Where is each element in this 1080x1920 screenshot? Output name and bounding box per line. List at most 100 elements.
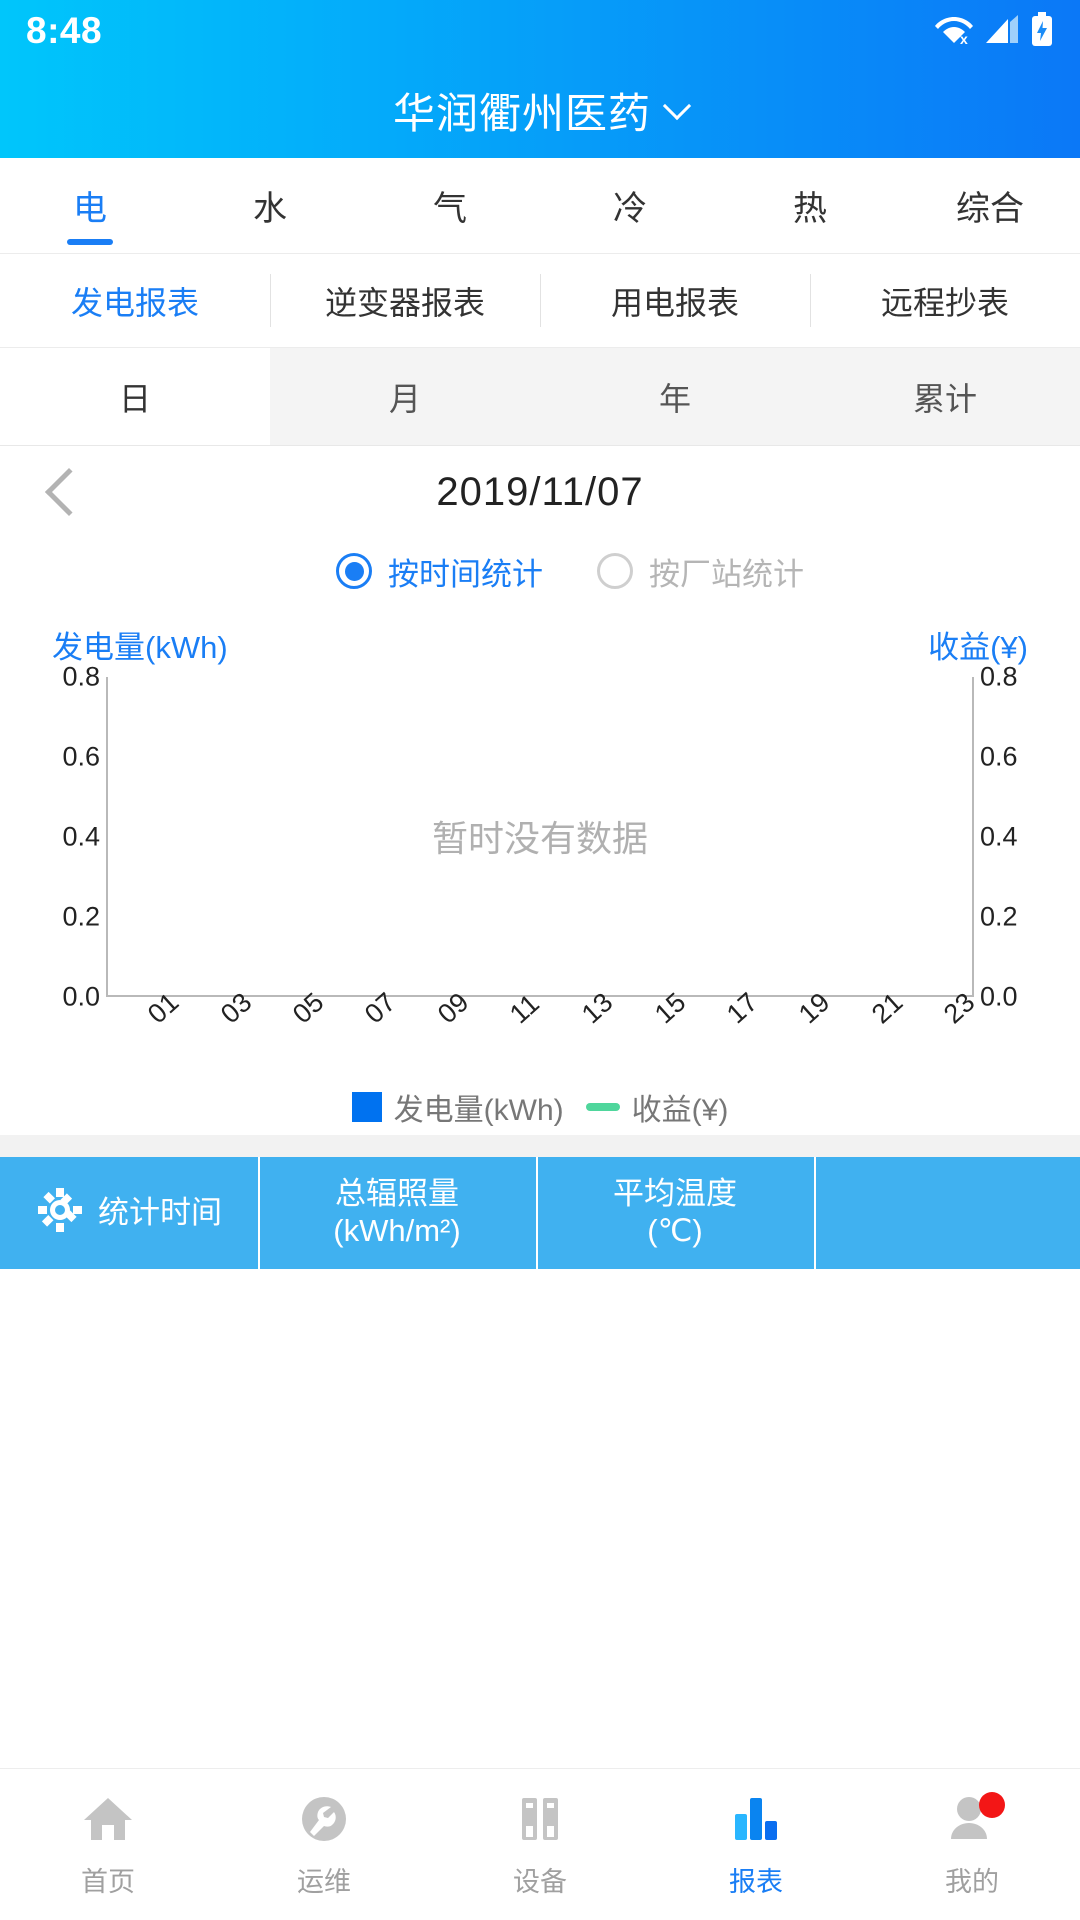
legend-swatch-bar-icon bbox=[351, 1092, 382, 1122]
legend-label: 收益(¥) bbox=[631, 1094, 729, 1127]
nav-item-devices[interactable]: 设备 bbox=[432, 1769, 648, 1920]
page-title: 华润衢州医药 bbox=[392, 89, 651, 137]
tab-generation-report[interactable]: 发电报表 bbox=[0, 254, 270, 347]
nav-item-home[interactable]: 首页 bbox=[0, 1769, 216, 1920]
radio-icon bbox=[597, 553, 633, 589]
period-month[interactable]: 月 bbox=[270, 348, 540, 445]
stats-header-strip: 统计时间 总辐照量 (kWh/m²) 平均温度 (℃) bbox=[0, 1157, 1080, 1269]
secondary-tab-bar: 发电报表 逆变器报表 用电报表 远程抄表 bbox=[0, 254, 1080, 348]
stat-label: 统计时间 bbox=[98, 1194, 222, 1230]
radio-label: 按时间统计 bbox=[388, 556, 543, 592]
period-total[interactable]: 累计 bbox=[810, 348, 1080, 445]
right-y-axis-ticks: 0.0 0.2 0.4 0.6 0.8 bbox=[974, 662, 1028, 1012]
tab-label: 电 bbox=[73, 190, 107, 228]
tab-consumption-report[interactable]: 用电报表 bbox=[540, 254, 810, 347]
nav-label: 我的 bbox=[945, 1867, 999, 1897]
stat-cell-time[interactable]: 统计时间 bbox=[0, 1157, 258, 1269]
y-tick: 0.0 bbox=[62, 981, 100, 1012]
content-blank-area bbox=[0, 1269, 1080, 1768]
tab-comprehensive[interactable]: 综合 bbox=[900, 158, 1080, 253]
stat-cell-overflow[interactable] bbox=[814, 1157, 1080, 1269]
y-tick: 0.2 bbox=[980, 901, 1018, 932]
person-icon bbox=[943, 1790, 1005, 1848]
tab-electricity[interactable]: 电 bbox=[0, 158, 180, 253]
battery-charging-icon bbox=[1030, 11, 1054, 51]
radio-label: 按厂站统计 bbox=[649, 556, 804, 592]
nav-label: 报表 bbox=[729, 1867, 783, 1897]
tab-water[interactable]: 水 bbox=[180, 158, 360, 253]
radio-by-time[interactable]: 按时间统计 bbox=[336, 549, 543, 594]
y-tick: 0.6 bbox=[980, 741, 1018, 772]
y-tick: 0.6 bbox=[62, 741, 100, 772]
y-tick: 0.2 bbox=[62, 901, 100, 932]
stat-unit: (kWh/m²) bbox=[333, 1213, 461, 1248]
left-axis-title: 发电量(kWh) bbox=[52, 630, 228, 665]
stat-label: 总辐照量 bbox=[335, 1176, 459, 1212]
nav-item-profile[interactable]: 我的 bbox=[864, 1769, 1080, 1920]
tab-label: 综合 bbox=[956, 190, 1024, 228]
legend-item-generation: 发电量(kWh) bbox=[351, 1085, 564, 1129]
generation-chart: 发电量(kWh) 收益(¥) 0.0 0.2 0.4 0.6 0.8 暂时没有数据 0.… bbox=[0, 604, 1080, 1135]
primary-tab-bar: 电 水 气 冷 热 综合 bbox=[0, 158, 1080, 254]
tab-gas[interactable]: 气 bbox=[360, 158, 540, 253]
stat-label: 平均温度 bbox=[613, 1176, 737, 1212]
tab-inverter-report[interactable]: 逆变器报表 bbox=[270, 254, 540, 347]
tab-cooling[interactable]: 冷 bbox=[540, 158, 720, 253]
stat-mode-radio-group: 按时间统计 按厂站统计 bbox=[0, 538, 1080, 604]
legend-item-revenue: 收益(¥) bbox=[585, 1085, 729, 1129]
date-navigator: 2019/11/07 bbox=[0, 446, 1080, 538]
bottom-navigation-bar: 首页 运维 设备 报表 我的 bbox=[0, 1768, 1080, 1920]
chart-axis-titles: 发电量(kWh) 收益(¥) bbox=[0, 622, 1080, 677]
stat-cell-temperature[interactable]: 平均温度 (℃) bbox=[536, 1157, 814, 1269]
wrench-icon bbox=[295, 1790, 353, 1848]
y-tick: 0.4 bbox=[62, 821, 100, 852]
radio-by-station[interactable]: 按厂站统计 bbox=[597, 549, 804, 594]
legend-swatch-line-icon bbox=[585, 1103, 620, 1111]
home-icon bbox=[79, 1790, 137, 1848]
devices-icon bbox=[511, 1790, 569, 1848]
chart-plot-area: 暂时没有数据 bbox=[106, 677, 974, 997]
signal-icon bbox=[984, 13, 1020, 50]
tab-remote-meter-reading[interactable]: 远程抄表 bbox=[810, 254, 1080, 347]
empty-state-message: 暂时没有数据 bbox=[431, 818, 649, 859]
gear-icon bbox=[36, 1186, 84, 1240]
nav-item-maintenance[interactable]: 运维 bbox=[216, 1769, 432, 1920]
stat-cell-irradiance[interactable]: 总辐照量 (kWh/m²) bbox=[258, 1157, 536, 1269]
y-tick: 0.4 bbox=[980, 821, 1018, 852]
radio-icon bbox=[336, 553, 372, 589]
stat-unit: (℃) bbox=[647, 1213, 703, 1248]
notification-badge bbox=[979, 1792, 1005, 1818]
date-label[interactable]: 2019/11/07 bbox=[0, 470, 1080, 515]
tab-label: 水 bbox=[253, 190, 287, 228]
bar-chart-icon bbox=[727, 1790, 785, 1848]
period-year[interactable]: 年 bbox=[540, 348, 810, 445]
y-tick: 0.8 bbox=[980, 661, 1018, 692]
chevron-down-icon[interactable] bbox=[662, 91, 692, 121]
right-axis-title: 收益(¥) bbox=[928, 630, 1028, 665]
chart-legend: 发电量(kWh) 收益(¥) bbox=[0, 1079, 1080, 1135]
period-day[interactable]: 日 bbox=[0, 348, 270, 445]
stats-strip-gap bbox=[0, 1135, 1080, 1157]
svg-text:x: x bbox=[960, 31, 968, 45]
nav-label: 设备 bbox=[513, 1867, 567, 1897]
x-axis-ticks: 01 03 05 07 09 11 13 15 17 19 21 23 bbox=[106, 987, 980, 1079]
status-bar: 8:48 x bbox=[0, 0, 1080, 62]
status-bar-time: 8:48 bbox=[26, 10, 103, 51]
app-title-bar[interactable]: 华润衢州医药 bbox=[0, 62, 1080, 158]
wifi-off-icon: x bbox=[934, 13, 974, 50]
tab-label: 热 bbox=[793, 190, 827, 228]
y-tick: 0.8 bbox=[62, 661, 100, 692]
chart-plot-wrapper: 0.0 0.2 0.4 0.6 0.8 暂时没有数据 0.0 0.2 0.4 0.6 0.8 bbox=[52, 662, 1028, 1012]
nav-label: 运维 bbox=[297, 1867, 351, 1897]
legend-label: 发电量(kWh) bbox=[393, 1094, 564, 1127]
tab-label: 气 bbox=[433, 190, 467, 228]
active-tab-indicator bbox=[67, 239, 113, 245]
period-tab-bar: 日 月 年 累计 bbox=[0, 348, 1080, 446]
left-y-axis-ticks: 0.0 0.2 0.4 0.6 0.8 bbox=[52, 662, 106, 1012]
tab-label: 冷 bbox=[613, 190, 647, 228]
tab-heating[interactable]: 热 bbox=[720, 158, 900, 253]
status-bar-icons: x bbox=[934, 11, 1054, 51]
y-tick: 0.0 bbox=[980, 981, 1018, 1012]
nav-label: 首页 bbox=[81, 1867, 135, 1897]
nav-item-reports[interactable]: 报表 bbox=[648, 1769, 864, 1920]
